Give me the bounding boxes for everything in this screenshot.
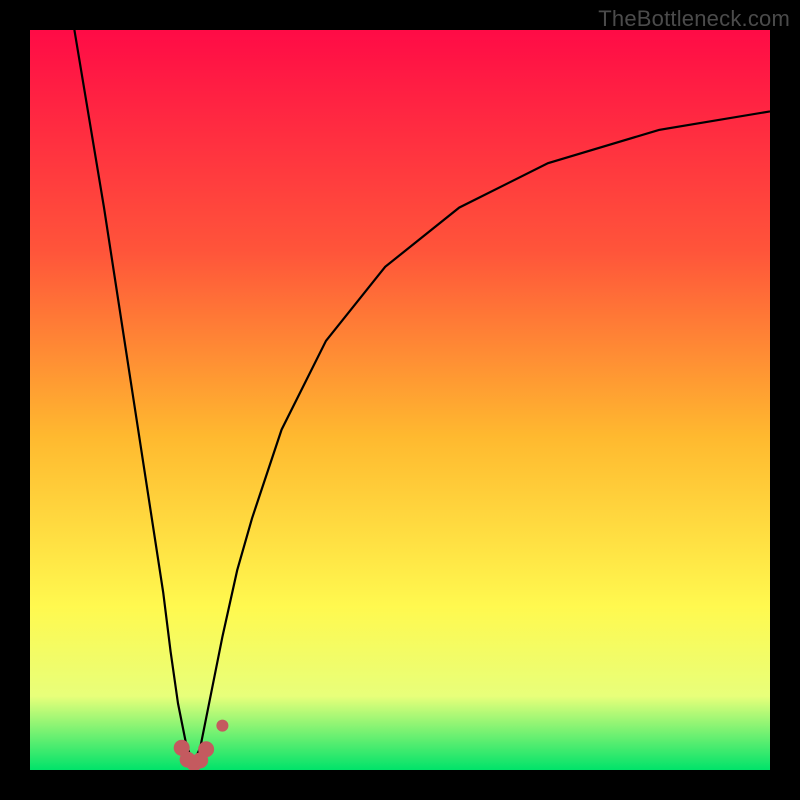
plot-background <box>30 30 770 770</box>
chart-frame: TheBottleneck.com <box>0 0 800 800</box>
marker-dot <box>216 720 228 732</box>
marker-dot <box>198 741 214 757</box>
bottleneck-chart <box>30 30 770 770</box>
watermark-text: TheBottleneck.com <box>598 6 790 32</box>
